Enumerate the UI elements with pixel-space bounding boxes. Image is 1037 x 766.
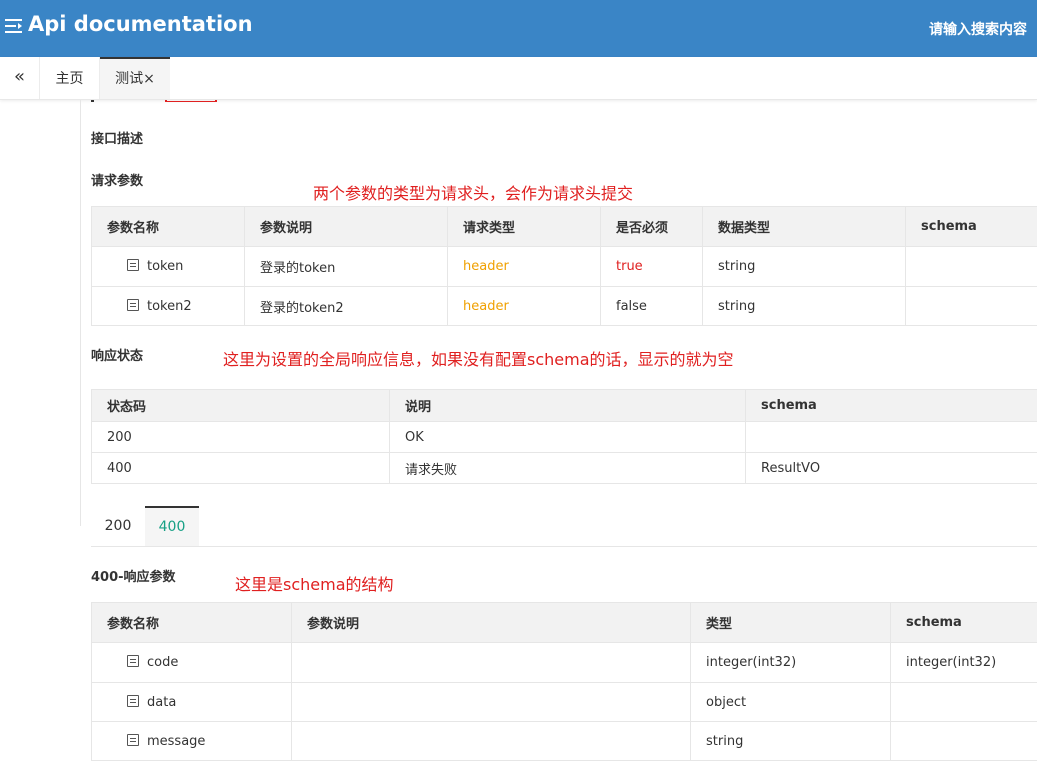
- status-code-tabs: 200 400: [91, 506, 1037, 547]
- col-header: 数据类型: [702, 206, 906, 247]
- response-status-table: 状态码 说明 schema 200 OK 400 请求失败 ResultVO: [91, 389, 1037, 484]
- col-header: 是否必须: [600, 206, 703, 247]
- param-desc: 登录的token: [244, 246, 448, 287]
- app-title: Api documentation: [28, 12, 253, 36]
- field-desc: [291, 682, 691, 722]
- table-row: data object: [91, 682, 1037, 722]
- double-chevron-left-icon[interactable]: «: [0, 57, 40, 99]
- document-icon: [127, 655, 139, 667]
- col-header: 说明: [389, 389, 746, 422]
- section-response-params: 400-响应参数: [91, 570, 176, 585]
- param-schema: [905, 246, 1037, 287]
- field-schema: [890, 721, 1037, 761]
- table-row: token 登录的token header true string: [91, 246, 1037, 287]
- col-header: 状态码: [91, 389, 390, 422]
- status-schema: ResultVO: [745, 452, 1037, 484]
- annotation-status-note: 这里为设置的全局响应信息，如果没有配置schema的话，显示的就为空: [223, 350, 734, 369]
- annotation-request-note: 两个参数的类型为请求头，会作为请求头提交: [313, 184, 634, 203]
- menu-fold-icon[interactable]: [5, 16, 23, 36]
- request-params-table: 参数名称 参数说明 请求类型 是否必须 数据类型 schema token 登录…: [91, 206, 1037, 326]
- tab-home[interactable]: 主页: [40, 57, 100, 99]
- document-icon: [127, 259, 139, 271]
- status-desc: OK: [389, 421, 746, 453]
- search-input[interactable]: 请输入搜索内容: [929, 19, 1027, 39]
- status-schema: [745, 421, 1037, 453]
- col-header: 参数名称: [91, 206, 245, 247]
- field-schema: integer(int32): [890, 642, 1037, 683]
- col-header: schema: [905, 206, 1037, 247]
- param-desc: 登录的token2: [244, 286, 448, 326]
- table-header-row: 参数名称 参数说明 请求类型 是否必须 数据类型 schema: [91, 206, 1037, 247]
- param-type: string: [702, 286, 906, 326]
- field-type: string: [690, 721, 891, 761]
- field-desc: [291, 642, 691, 683]
- top-header: Api documentation 请输入搜索内容: [0, 0, 1037, 57]
- section-description: 接口描述: [91, 132, 144, 147]
- section-response-status: 响应状态: [91, 349, 144, 364]
- tab-test[interactable]: 测试×: [100, 57, 170, 99]
- param-required: true: [600, 246, 703, 287]
- col-header: schema: [745, 389, 1037, 422]
- status-code: 200: [91, 421, 390, 453]
- table-header-row: 状态码 说明 schema: [91, 389, 1037, 422]
- tab-bar: « 主页 测试×: [0, 57, 1037, 100]
- col-header: schema: [890, 602, 1037, 643]
- table-row: code integer(int32) integer(int32): [91, 642, 1037, 683]
- status-code: 400: [91, 452, 390, 484]
- clipped-annotation-edge: [165, 100, 217, 102]
- field-name: data: [147, 694, 177, 710]
- content-divider: [80, 100, 81, 526]
- param-required: false: [600, 286, 703, 326]
- response-params-table: 参数名称 参数说明 类型 schema code integer(int32) …: [91, 602, 1037, 761]
- col-header: 请求类型: [447, 206, 601, 247]
- clipped-content-edge: [91, 100, 94, 102]
- param-in: header: [447, 246, 601, 287]
- table-row: 200 OK: [91, 421, 1037, 453]
- annotation-schema-note: 这里是schema的结构: [235, 575, 394, 594]
- field-name: message: [147, 733, 206, 749]
- document-icon: [127, 694, 139, 707]
- document-icon: [127, 298, 139, 311]
- col-header: 参数名称: [91, 602, 292, 643]
- tab-status-400[interactable]: 400: [145, 506, 199, 546]
- param-name: token2: [147, 298, 192, 314]
- col-header: 参数说明: [244, 206, 448, 247]
- table-row: message string: [91, 721, 1037, 761]
- status-desc: 请求失败: [389, 452, 746, 484]
- tab-status-200[interactable]: 200: [91, 506, 145, 546]
- field-schema: [890, 682, 1037, 722]
- field-desc: [291, 721, 691, 761]
- table-row: 400 请求失败 ResultVO: [91, 452, 1037, 484]
- table-header-row: 参数名称 参数说明 类型 schema: [91, 602, 1037, 643]
- param-schema: [905, 286, 1037, 326]
- col-header: 类型: [690, 602, 891, 643]
- param-in: header: [447, 286, 601, 326]
- section-request-params: 请求参数: [91, 174, 144, 189]
- param-type: string: [702, 246, 906, 287]
- document-icon: [127, 733, 139, 746]
- field-type: integer(int32): [690, 642, 891, 683]
- table-row: token2 登录的token2 header false string: [91, 286, 1037, 326]
- col-header: 参数说明: [291, 602, 691, 643]
- param-name: token: [147, 259, 184, 274]
- field-name: code: [147, 655, 179, 670]
- field-type: object: [690, 682, 891, 722]
